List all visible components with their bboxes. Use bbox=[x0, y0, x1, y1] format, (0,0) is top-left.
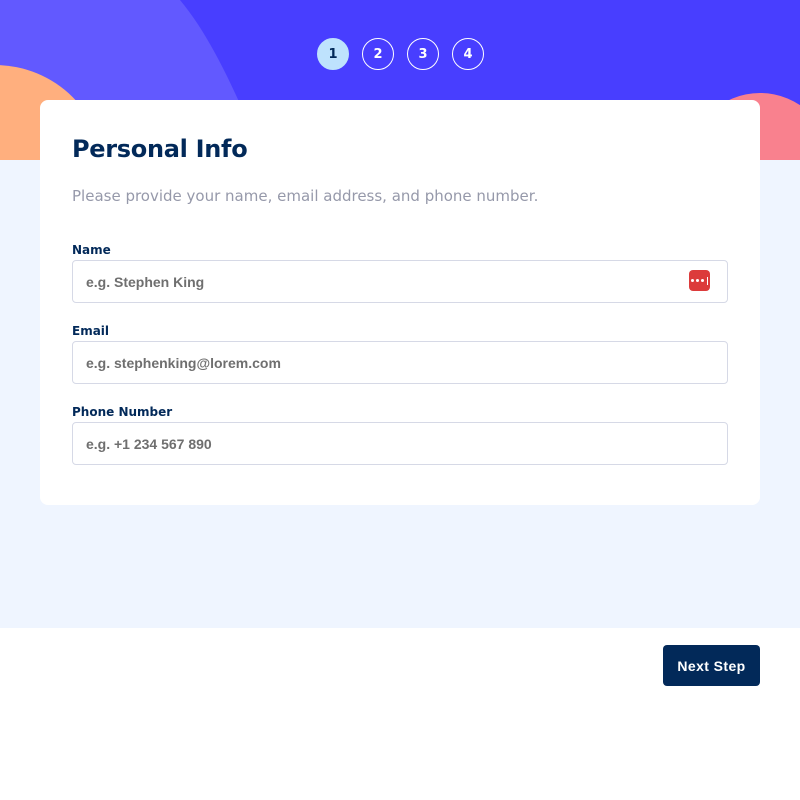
name-input-wrapper bbox=[72, 260, 728, 303]
password-manager-icon[interactable] bbox=[689, 270, 710, 291]
email-field-group: Email bbox=[72, 324, 728, 384]
step-2[interactable]: 2 bbox=[362, 38, 394, 70]
email-input[interactable] bbox=[72, 341, 728, 384]
step-3[interactable]: 3 bbox=[407, 38, 439, 70]
phone-field-group: Phone Number bbox=[72, 405, 728, 465]
cursor-bar-icon bbox=[707, 276, 708, 285]
page-subtitle: Please provide your name, email address,… bbox=[72, 187, 539, 205]
name-label: Name bbox=[72, 243, 111, 257]
phone-label: Phone Number bbox=[72, 405, 173, 419]
email-input-wrapper bbox=[72, 341, 728, 384]
page-title: Personal Info bbox=[72, 135, 248, 163]
name-field-group: Name bbox=[72, 243, 728, 303]
next-step-button[interactable]: Next Step bbox=[663, 645, 760, 686]
step-indicator: 1 2 3 4 bbox=[317, 38, 484, 70]
phone-input-wrapper bbox=[72, 422, 728, 465]
email-label: Email bbox=[72, 324, 110, 338]
step-1[interactable]: 1 bbox=[317, 38, 349, 70]
step-4[interactable]: 4 bbox=[452, 38, 484, 70]
phone-input[interactable] bbox=[72, 422, 728, 465]
personal-info-card: Personal Info Please provide your name, … bbox=[40, 100, 760, 505]
dot-icon bbox=[701, 279, 704, 282]
dot-icon bbox=[691, 279, 694, 282]
name-input[interactable] bbox=[72, 260, 728, 303]
dot-icon bbox=[696, 279, 699, 282]
